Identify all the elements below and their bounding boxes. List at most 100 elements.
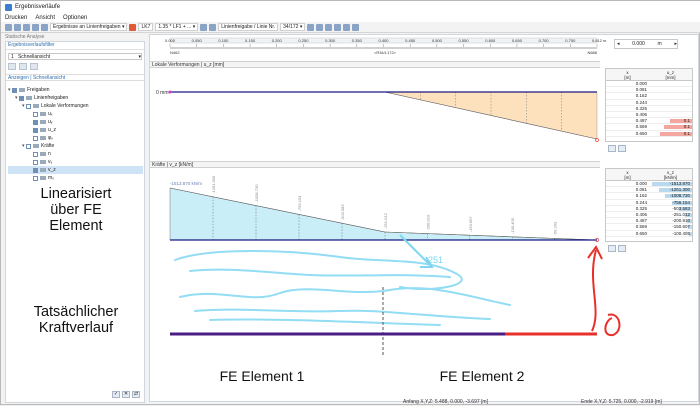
tree-item[interactable]: ▾ Freigaben bbox=[8, 86, 143, 94]
rename-view-icon[interactable] bbox=[30, 63, 38, 70]
cell-text: -100.405 bbox=[672, 230, 690, 236]
table-cell: 0.162 bbox=[606, 193, 649, 198]
ruler-tick-label: 0.200 bbox=[272, 38, 283, 43]
ordinate-value-label: -756.154 bbox=[297, 195, 302, 212]
table-row[interactable]: 0.650 -100.405 bbox=[606, 231, 692, 237]
ruler-tick-label: 0.812 bbox=[592, 38, 603, 43]
view-icon[interactable] bbox=[343, 23, 351, 31]
toggle-icon[interactable]: ⇄ bbox=[132, 391, 140, 398]
menu-options[interactable]: Optionen bbox=[63, 15, 87, 21]
results-combo[interactable]: Ergebnisse an Linienfreigaben ▾ bbox=[50, 23, 128, 31]
tree-checkbox[interactable] bbox=[19, 95, 24, 101]
tree-checkbox[interactable] bbox=[33, 167, 38, 173]
filter-icon[interactable] bbox=[618, 145, 626, 152]
tree-checkbox[interactable] bbox=[33, 135, 38, 141]
cell-text: 0.081 bbox=[635, 187, 647, 193]
max-icon[interactable] bbox=[608, 145, 616, 152]
tree-item[interactable]: ▾ Linienfreigaben bbox=[8, 94, 143, 102]
prev-icon[interactable] bbox=[200, 23, 208, 31]
print-icon[interactable] bbox=[5, 23, 12, 31]
tree-item[interactable]: uₓ bbox=[8, 110, 143, 118]
red-zero-mark bbox=[604, 313, 621, 337]
tree-item[interactable]: v_z bbox=[8, 166, 143, 174]
tree-checkbox[interactable] bbox=[33, 119, 38, 125]
tree-item[interactable]: u_z bbox=[8, 126, 143, 134]
tree-item[interactable]: vᵧ bbox=[8, 158, 143, 166]
table-icon[interactable] bbox=[32, 23, 39, 31]
tree-item[interactable]: mₓ bbox=[8, 174, 143, 182]
tree-checkbox[interactable] bbox=[26, 143, 31, 149]
tree-checkbox[interactable] bbox=[33, 151, 38, 157]
check-all-icon[interactable]: ✓ bbox=[112, 391, 120, 398]
station-prev-icon[interactable]: ◂ bbox=[617, 41, 620, 47]
lk-badge[interactable]: LK7 bbox=[138, 23, 154, 31]
zero-label: 0 mm bbox=[156, 90, 169, 96]
table-cell: 0.487 bbox=[606, 118, 649, 123]
deformation-table[interactable]: x [m] u_z [mm] 0.000 0.081 0.162 0.244 0.325… bbox=[605, 68, 693, 142]
results-tree: ▾ Freigaben ▾ Linienfreigaben ▾ Lokale Verfor… bbox=[8, 86, 143, 182]
tree-checkbox[interactable] bbox=[33, 111, 38, 117]
release-value[interactable]: 34/172 ▾ bbox=[280, 23, 306, 31]
station-input[interactable]: ◂ 0.000 m ▸ bbox=[614, 39, 678, 49]
cell-text: 0.650 bbox=[635, 130, 647, 136]
forces-table-tools bbox=[608, 245, 626, 252]
tree-item[interactable]: ▾ Lokale Verformungen bbox=[8, 102, 143, 110]
window-title: Ergebnisverläufe bbox=[15, 4, 61, 10]
copy-view-icon[interactable] bbox=[19, 63, 27, 70]
table-cell: 0.650 bbox=[606, 231, 649, 236]
ruler-tick-label: 0.350 bbox=[352, 38, 363, 43]
table-cell: -1008.730 bbox=[649, 193, 692, 199]
export-icon[interactable] bbox=[14, 23, 21, 31]
zoom-icon[interactable] bbox=[316, 23, 324, 31]
tree-item[interactable]: ▾ Kräfte bbox=[8, 142, 143, 150]
table-row[interactable]: 0.650 0.1 bbox=[606, 131, 692, 137]
tree-item-label: n bbox=[48, 151, 51, 157]
tree-checkbox[interactable] bbox=[33, 175, 38, 181]
tree-checkbox[interactable] bbox=[33, 159, 38, 165]
tree-checkbox[interactable] bbox=[12, 87, 17, 93]
ordinate-value-label: -1261.300 bbox=[211, 175, 216, 194]
forces-table[interactable]: x [m] v_z [kN/m] 0.000 -1513.870 0.081 -126… bbox=[605, 168, 693, 242]
tree-checkbox[interactable] bbox=[26, 103, 31, 109]
menu-print[interactable]: Drucken bbox=[5, 15, 27, 21]
annotation-linearized: Linearisiert über FE Element bbox=[40, 186, 112, 234]
print-graphic-icon[interactable] bbox=[307, 23, 315, 31]
move-icon[interactable] bbox=[334, 23, 342, 31]
station-next-icon[interactable]: ▸ bbox=[674, 41, 677, 47]
ruler-tick-label: 0.400 bbox=[378, 38, 389, 43]
settings-icon[interactable] bbox=[41, 23, 48, 31]
release-combo[interactable]: Linienfreigabe / Linie Nr. bbox=[218, 23, 279, 31]
max-icon[interactable] bbox=[608, 245, 616, 252]
table-cell: -1261.300 bbox=[649, 187, 692, 193]
lk-combo[interactable]: 1.35 * LF1 + ... ▾ bbox=[155, 23, 199, 31]
tree-item-label: vᵧ bbox=[48, 159, 53, 165]
ordinate-value-label: -50.203 bbox=[553, 221, 558, 235]
ruler-tick-label: 0.250 bbox=[298, 38, 309, 43]
quickview-select[interactable]: 1 Schnellansicht ▾ bbox=[8, 53, 142, 60]
ruler-unit: m bbox=[603, 38, 607, 43]
filter-icon[interactable] bbox=[618, 245, 626, 252]
new-view-icon[interactable] bbox=[8, 63, 16, 70]
uncheck-all-icon[interactable]: ✕ bbox=[122, 391, 130, 398]
result-type-icon bbox=[33, 104, 39, 108]
zoom-all-icon[interactable] bbox=[325, 23, 333, 31]
ruler-tick-label: 0.150 bbox=[245, 38, 256, 43]
tree-item[interactable]: φₓ bbox=[8, 134, 143, 142]
options-icon[interactable] bbox=[352, 23, 360, 31]
cell-text: -756.154 bbox=[672, 199, 690, 205]
forces-header: Kräfte | v_z [kN/m] bbox=[150, 161, 600, 168]
next-icon[interactable] bbox=[209, 23, 217, 31]
cell-text: 0.487 bbox=[635, 118, 647, 124]
tree-item[interactable]: uᵧ bbox=[8, 118, 143, 126]
tree-checkbox[interactable] bbox=[33, 127, 38, 133]
cell-text: 0.000 bbox=[635, 81, 647, 87]
deformation-table-tools bbox=[608, 145, 626, 152]
tree-item-label: Freigaben bbox=[27, 87, 50, 93]
filter-icon[interactable] bbox=[23, 23, 30, 31]
navigator-tools bbox=[8, 63, 142, 71]
tree-item[interactable]: n bbox=[8, 150, 143, 158]
menu-view[interactable]: Ansicht bbox=[35, 15, 55, 21]
cell-text: -503.583 bbox=[672, 205, 690, 211]
table-cell: -1513.870 bbox=[649, 181, 692, 187]
table-cell: -200.910 bbox=[649, 218, 692, 224]
